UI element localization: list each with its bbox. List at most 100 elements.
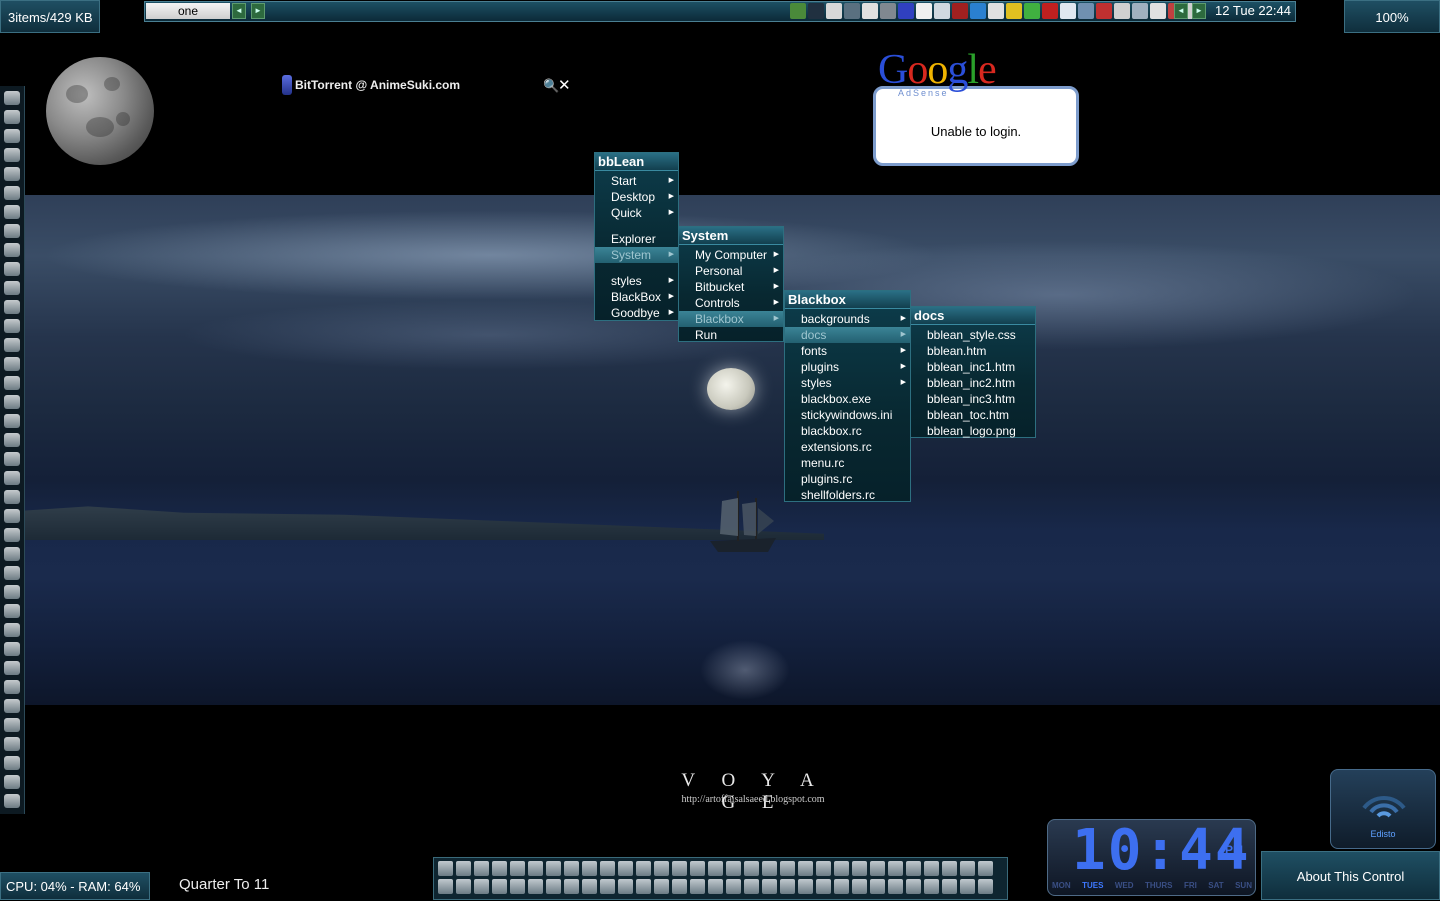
menu-item-personal[interactable]: Personal ▶ [679, 263, 783, 279]
menu-item-file[interactable]: bblean_inc1.htm [911, 359, 1035, 375]
dock-app-icon[interactable] [960, 861, 975, 876]
menu-item-controls[interactable]: Controls ▶ [679, 295, 783, 311]
launcher-app-icon[interactable] [4, 91, 20, 105]
dock-app-icon[interactable] [564, 879, 579, 894]
tray-icon[interactable] [844, 3, 860, 19]
dock-app-icon[interactable] [690, 861, 705, 876]
menu-item-file[interactable]: blackbox.rc [785, 423, 910, 439]
tray-icon[interactable] [1060, 3, 1076, 19]
search-icon[interactable]: 🔍 [543, 78, 559, 94]
menu-item-fonts[interactable]: fonts ▶ [785, 343, 910, 359]
bittorrent-feed-title[interactable]: BitTorrent @ AnimeSuki.com [281, 75, 460, 95]
tray-icon[interactable] [970, 3, 986, 19]
menu-item-file[interactable]: bblean.htm [911, 343, 1035, 359]
cpu-ram-monitor[interactable]: CPU: 04% - RAM: 64% [0, 872, 150, 900]
dock-app-icon[interactable] [582, 861, 597, 876]
tray-icon[interactable] [916, 3, 932, 19]
launcher-app-icon[interactable] [4, 775, 20, 789]
launcher-app-icon[interactable] [4, 661, 20, 675]
launcher-app-icon[interactable] [4, 205, 20, 219]
menu-item-docs[interactable]: docs ▶ [785, 327, 910, 343]
close-icon[interactable]: ✕ [558, 76, 571, 94]
dock-app-icon[interactable] [636, 861, 651, 876]
menu-item-blackbox[interactable]: BlackBox ▶ [595, 289, 678, 305]
dock-app-icon[interactable] [654, 879, 669, 894]
menu-item-file[interactable]: bblean_toc.htm [911, 407, 1035, 423]
dock-app-icon[interactable] [870, 879, 885, 894]
tray-icon[interactable] [862, 3, 878, 19]
launcher-app-icon[interactable] [4, 699, 20, 713]
menu-item-file[interactable]: bblean_logo.png [911, 423, 1035, 439]
items-status-panel[interactable]: 3items/429 KB [0, 0, 100, 33]
dock-app-icon[interactable] [726, 879, 741, 894]
dock-app-icon[interactable] [960, 879, 975, 894]
launcher-app-icon[interactable] [4, 395, 20, 409]
dock-app-icon[interactable] [456, 879, 471, 894]
launcher-app-icon[interactable] [4, 414, 20, 428]
dock-app-icon[interactable] [528, 861, 543, 876]
menu-item-bitbucket[interactable]: Bitbucket ▶ [679, 279, 783, 295]
launcher-app-icon[interactable] [4, 737, 20, 751]
dock-app-icon[interactable] [942, 861, 957, 876]
menu-item-styles[interactable]: styles ▶ [785, 375, 910, 391]
dock-app-icon[interactable] [780, 861, 795, 876]
tray-icon[interactable] [808, 3, 824, 19]
launcher-app-icon[interactable] [4, 452, 20, 466]
volume-icon[interactable] [1132, 3, 1148, 19]
tray-icon[interactable] [952, 3, 968, 19]
launcher-app-icon[interactable] [4, 566, 20, 580]
tray-clock[interactable]: 12 Tue 22:44 [1212, 3, 1294, 19]
launcher-app-icon[interactable] [4, 319, 20, 333]
launcher-app-icon[interactable] [4, 129, 20, 143]
zoom-level-panel[interactable]: 100% [1344, 0, 1440, 33]
dock-app-icon[interactable] [870, 861, 885, 876]
dock-app-icon[interactable] [726, 861, 741, 876]
tray-icon[interactable] [1024, 3, 1040, 19]
launcher-app-icon[interactable] [4, 281, 20, 295]
menu-item-file[interactable]: blackbox.exe [785, 391, 910, 407]
dock-app-icon[interactable] [510, 861, 525, 876]
dock-app-icon[interactable] [906, 879, 921, 894]
menu-item-quick[interactable]: Quick ▶ [595, 205, 678, 221]
dock-app-icon[interactable] [672, 879, 687, 894]
dock-app-icon[interactable] [816, 879, 831, 894]
dock-app-icon[interactable] [546, 879, 561, 894]
launcher-app-icon[interactable] [4, 110, 20, 124]
dock-app-icon[interactable] [924, 861, 939, 876]
launcher-app-icon[interactable] [4, 433, 20, 447]
dock-app-icon[interactable] [636, 879, 651, 894]
launcher-app-icon[interactable] [4, 756, 20, 770]
menu-item-backgrounds[interactable]: backgrounds ▶ [785, 311, 910, 327]
launcher-app-icon[interactable] [4, 471, 20, 485]
dock-app-icon[interactable] [474, 861, 489, 876]
dock-app-icon[interactable] [600, 861, 615, 876]
launcher-app-icon[interactable] [4, 490, 20, 504]
about-this-control-button[interactable]: About This Control [1261, 851, 1440, 900]
dock-app-icon[interactable] [672, 861, 687, 876]
launcher-app-icon[interactable] [4, 604, 20, 618]
workspace-prev-button[interactable]: ◄ [232, 3, 246, 19]
launcher-app-icon[interactable] [4, 585, 20, 599]
dock-app-icon[interactable] [456, 861, 471, 876]
launcher-app-icon[interactable] [4, 300, 20, 314]
dock-app-icon[interactable] [690, 879, 705, 894]
dock-app-icon[interactable] [708, 879, 723, 894]
menu-item-blackbox[interactable]: Blackbox ▶ [679, 311, 783, 327]
tray-next-button[interactable]: ► [1192, 3, 1206, 19]
tray-icon[interactable] [1078, 3, 1094, 19]
menu-item-styles[interactable]: styles ▶ [595, 273, 678, 289]
dock-app-icon[interactable] [492, 861, 507, 876]
menu-item-file[interactable]: bblean_inc3.htm [911, 391, 1035, 407]
menu-item-goodbye[interactable]: Goodbye ▶ [595, 305, 678, 321]
dock-app-icon[interactable] [978, 879, 993, 894]
menu-item-start[interactable]: Start ▶ [595, 173, 678, 189]
dock-app-icon[interactable] [816, 861, 831, 876]
dock-app-icon[interactable] [834, 861, 849, 876]
tray-icon[interactable] [1096, 3, 1112, 19]
dock-app-icon[interactable] [618, 879, 633, 894]
menu-item-explorer[interactable]: Explorer [595, 231, 678, 247]
dock-app-icon[interactable] [564, 861, 579, 876]
dock-app-icon[interactable] [618, 861, 633, 876]
dock-app-icon[interactable] [582, 879, 597, 894]
tray-icon[interactable] [988, 3, 1004, 19]
